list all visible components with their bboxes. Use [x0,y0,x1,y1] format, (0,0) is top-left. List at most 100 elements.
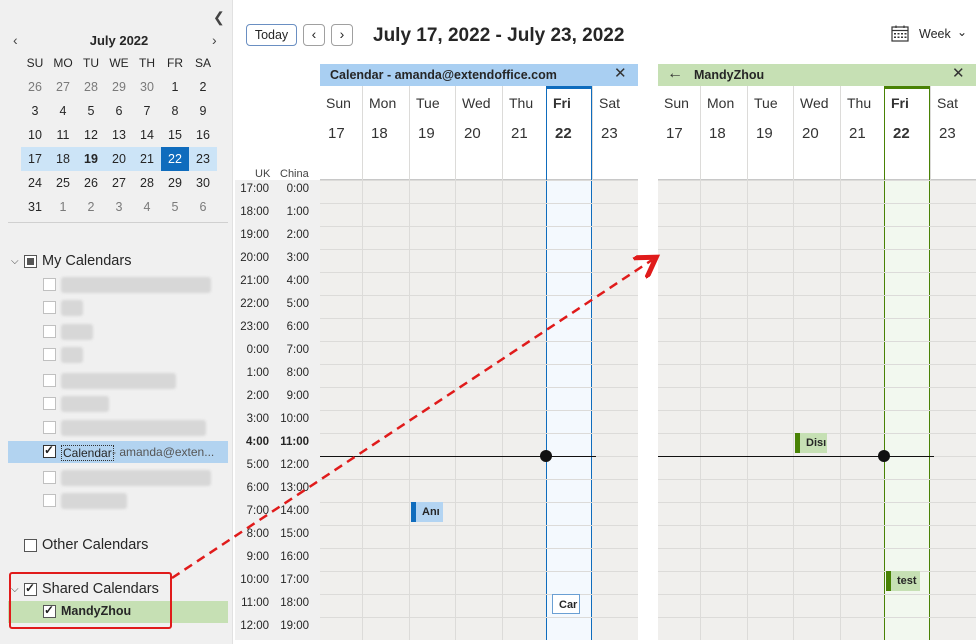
mini-calendar-day[interactable]: 27 [105,171,133,195]
mini-calendar-day[interactable]: 15 [161,123,189,147]
next-week-button[interactable]: › [331,24,353,46]
day-column-header[interactable]: Wed 20 [455,86,502,180]
calendar-event[interactable]: test [886,571,920,591]
calendar-item-amanda[interactable]: Calendar - amanda@exten... [8,441,228,463]
close-icon[interactable]: ✕ [614,64,627,82]
calendar-checkbox[interactable] [43,494,56,507]
mini-calendar-day[interactable]: 22 [161,147,189,171]
mini-calendar-day[interactable]: 16 [189,123,217,147]
calendar-checkbox[interactable] [43,278,56,291]
hour-gridline [320,410,638,411]
group-checkbox[interactable] [24,255,37,268]
calendar-grid[interactable]: Disı test [658,180,976,640]
day-column-header[interactable]: Thu 21 [840,86,884,180]
mini-calendar-day[interactable]: 30 [189,171,217,195]
divider [8,222,228,223]
mini-calendar-day[interactable]: 2 [77,195,105,219]
mini-calendar-day[interactable]: 19 [77,147,105,171]
chevron-down-icon[interactable]: ⌵ [11,256,19,267]
mini-calendar-day[interactable]: 5 [161,195,189,219]
chevron-right-icon[interactable]: › [212,32,217,48]
day-column-header[interactable]: Sat 23 [930,86,976,180]
day-gridline [409,180,410,640]
mini-calendar-day[interactable]: 31 [21,195,49,219]
my-calendars-group[interactable]: ⌵ My Calendars [11,253,211,271]
mini-calendar-day[interactable]: 3 [105,195,133,219]
day-name: Wed [800,95,829,111]
uk-time-label: 19:00 [240,229,269,241]
calendar-checkbox[interactable] [43,348,56,361]
mini-calendar-day[interactable]: 14 [133,123,161,147]
calendar-event[interactable]: Disı [795,433,827,453]
day-column-header[interactable]: Fri 22 [884,86,930,180]
calendar-event[interactable]: Anı [411,502,443,522]
calendar-event[interactable]: Car [552,594,580,614]
mini-calendar-day[interactable]: 27 [49,75,77,99]
day-column-header[interactable]: Wed 20 [793,86,840,180]
mini-calendar-day[interactable]: 20 [105,147,133,171]
previous-week-button[interactable]: ‹ [303,24,325,46]
mini-calendar-day[interactable]: 24 [21,171,49,195]
calendar-checkbox[interactable] [43,397,56,410]
mini-calendar-day[interactable]: 6 [105,99,133,123]
day-column-header[interactable]: Sat 23 [592,86,638,180]
mini-calendar-day[interactable]: 28 [77,75,105,99]
mini-calendar-day[interactable]: 17 [21,147,49,171]
hour-gridline [320,594,638,595]
calendar-grid[interactable]: Anı Car [320,180,638,640]
mini-calendar-day[interactable]: 25 [49,171,77,195]
day-column-header[interactable]: Tue 19 [409,86,455,180]
mini-calendar-day[interactable]: 21 [133,147,161,171]
mini-calendar-day[interactable]: 11 [49,123,77,147]
mini-calendar-day[interactable]: 2 [189,75,217,99]
mini-calendar-day[interactable]: 18 [49,147,77,171]
arrow-left-icon[interactable]: ← [667,65,683,83]
mini-calendar-day[interactable]: 13 [105,123,133,147]
mini-calendar-day[interactable]: 4 [49,99,77,123]
mini-calendar-day[interactable]: 10 [21,123,49,147]
mini-calendar-day[interactable]: 29 [105,75,133,99]
day-column-header[interactable]: Thu 21 [502,86,546,180]
day-column-header[interactable]: Mon 18 [362,86,409,180]
calendar-checkbox[interactable] [43,471,56,484]
calendar-checkbox[interactable] [43,374,56,387]
mini-calendar-day[interactable]: 8 [161,99,189,123]
day-column-header[interactable]: Tue 19 [747,86,793,180]
mini-calendar-day[interactable]: 30 [133,75,161,99]
mini-calendar-day[interactable]: 9 [189,99,217,123]
group-checkbox[interactable] [24,539,37,552]
mini-calendar-day[interactable]: 23 [189,147,217,171]
other-calendars-group[interactable]: Other Calendars [24,537,214,555]
calendar-checkbox[interactable] [43,443,56,458]
mini-calendar-day[interactable]: 6 [189,195,217,219]
hour-gridline [320,502,638,503]
collapse-pane-icon[interactable]: ❮ [213,9,225,26]
china-time-label: 4:00 [286,275,309,287]
mini-calendar-day[interactable]: 1 [49,195,77,219]
day-column-header[interactable]: Sun 17 [320,86,362,180]
uk-time-label: 3:00 [246,413,269,425]
day-number: 18 [709,125,726,142]
mini-calendar-day[interactable]: 12 [77,123,105,147]
day-column-header[interactable]: Sun 17 [658,86,700,180]
uk-time-label: 8:00 [246,528,269,540]
mini-calendar-day[interactable]: 5 [77,99,105,123]
mini-calendar-day[interactable]: 1 [161,75,189,99]
mini-calendar-day[interactable]: 7 [133,99,161,123]
day-column-header[interactable]: Mon 18 [700,86,747,180]
calendar-checkbox[interactable] [43,325,56,338]
day-column-header[interactable]: Fri 22 [546,86,592,180]
calendar-checkbox[interactable] [43,301,56,314]
mini-calendar-day[interactable]: 4 [133,195,161,219]
day-name: Thu [509,95,534,111]
mini-calendar-day[interactable]: 29 [161,171,189,195]
mini-calendar-day[interactable]: 3 [21,99,49,123]
hour-gridline [320,272,638,273]
calendar-checkbox[interactable] [43,421,56,434]
uk-time-label: 5:00 [246,459,269,471]
today-button[interactable]: Today [246,24,297,46]
mini-calendar-day[interactable]: 26 [21,75,49,99]
mini-calendar-day[interactable]: 28 [133,171,161,195]
mini-calendar-day[interactable]: 26 [77,171,105,195]
close-icon[interactable]: ✕ [952,64,965,82]
